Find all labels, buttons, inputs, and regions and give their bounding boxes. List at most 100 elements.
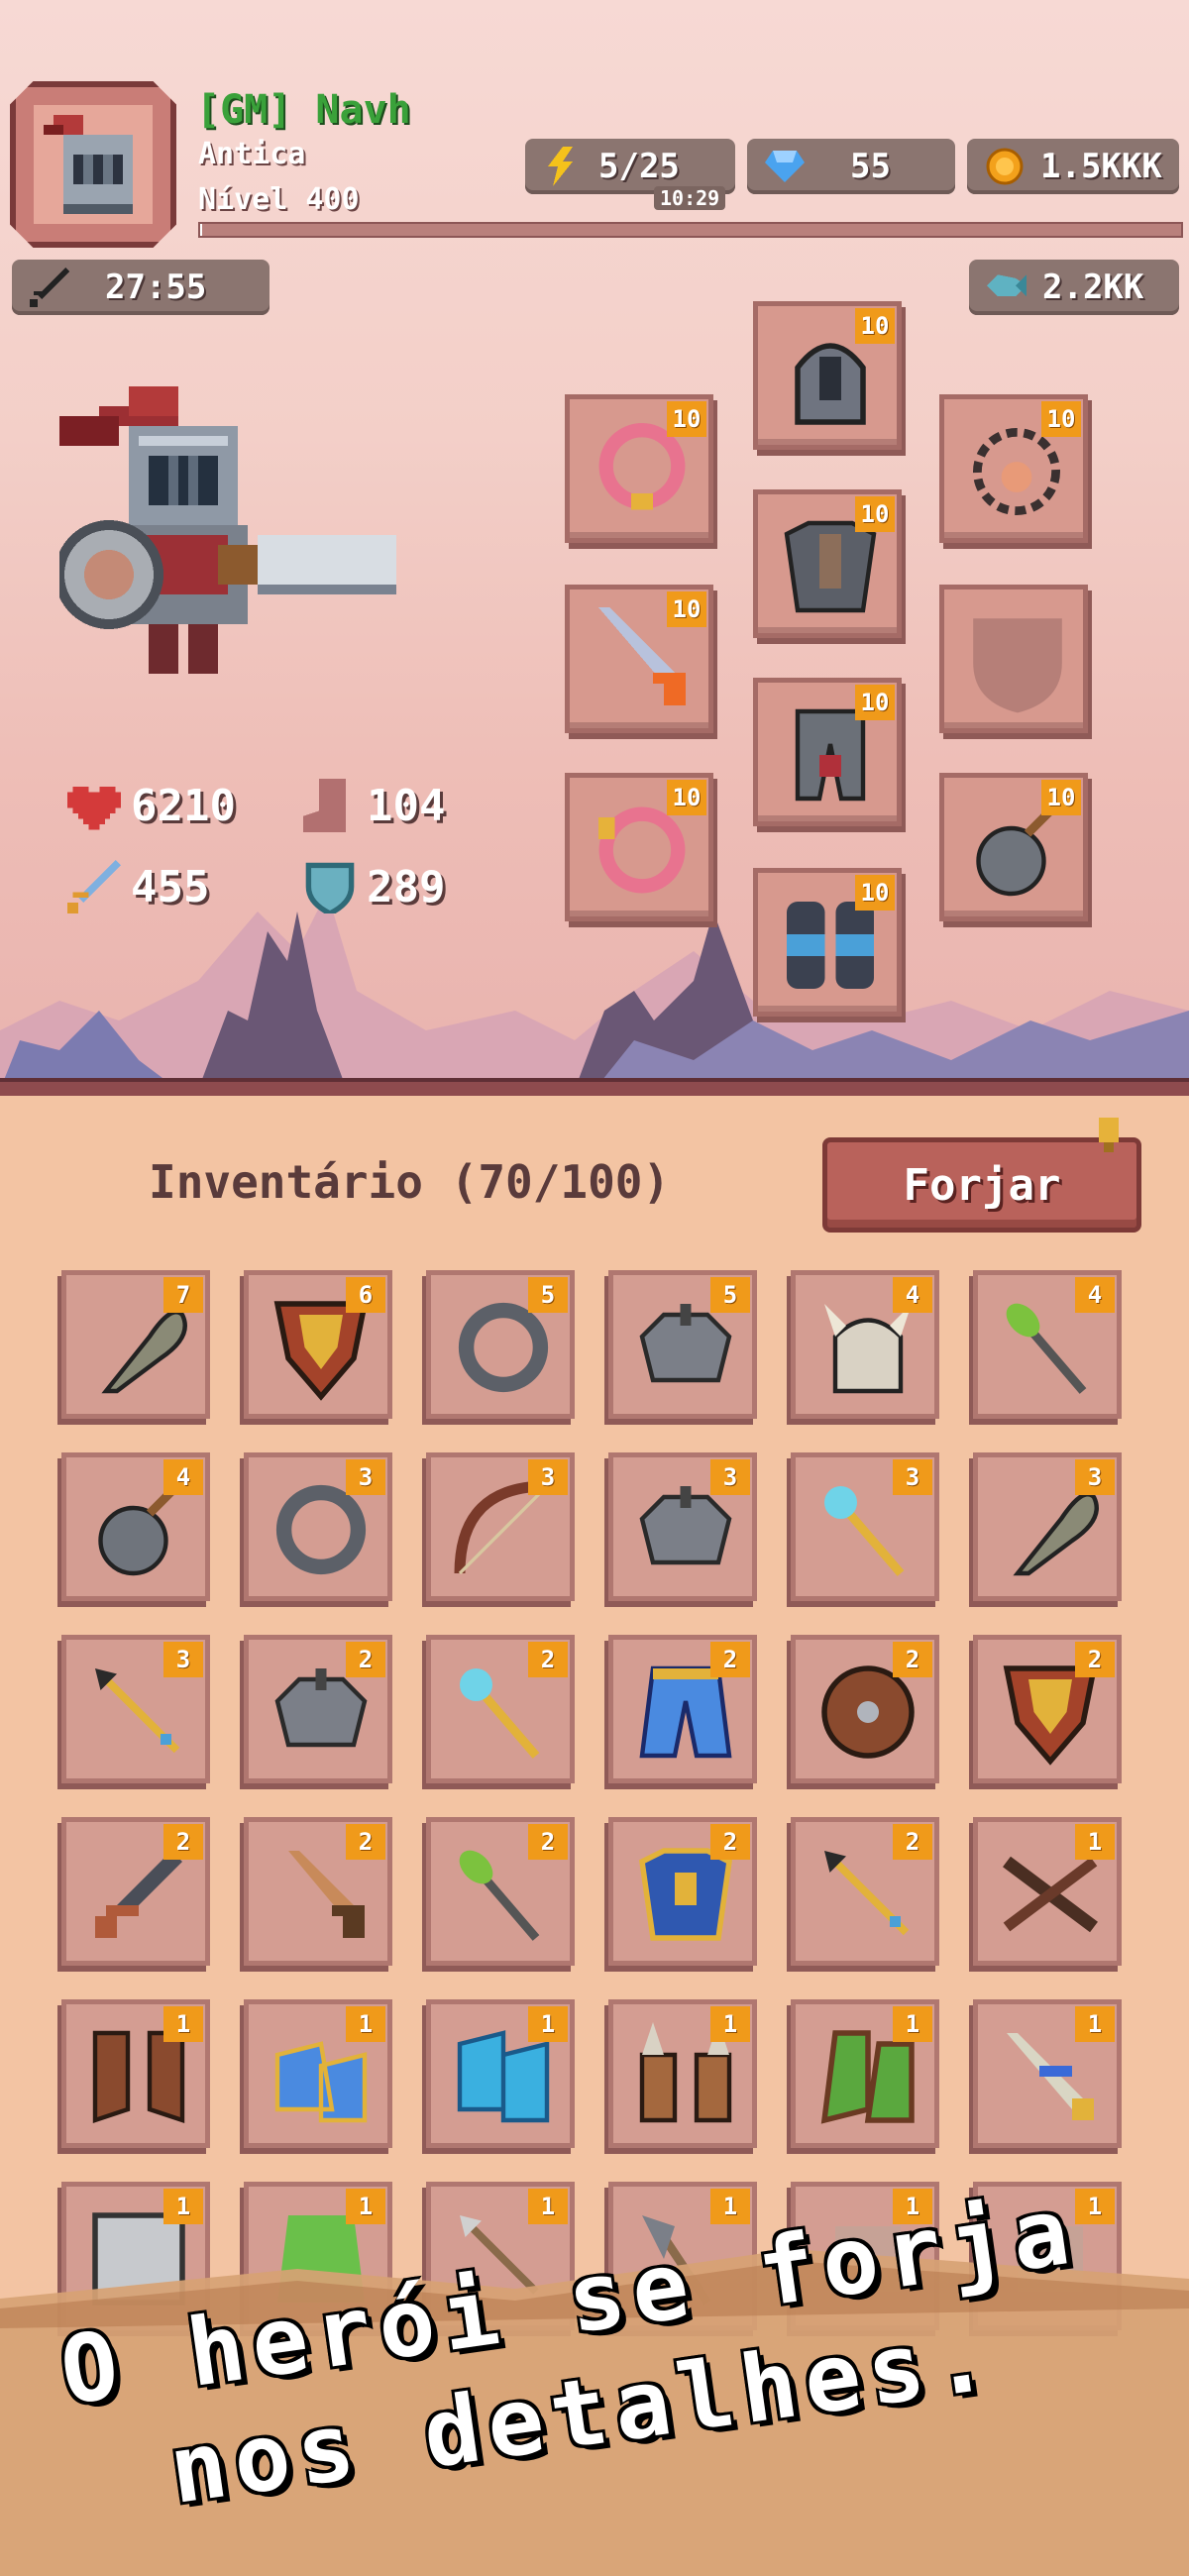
item-count-badge: 5 [528, 1277, 568, 1313]
item-count-badge: 3 [893, 1459, 932, 1495]
inventory-slot[interactable]: 6 [244, 1270, 392, 1419]
inventory-slot[interactable]: 4 [791, 1270, 939, 1419]
gold-value: 1.5KKK [1040, 147, 1162, 186]
lightning-icon [548, 147, 573, 186]
gems-value: 55 [850, 147, 891, 186]
item-count-badge: 1 [528, 2189, 568, 2224]
item-count-badge: 6 [346, 1277, 385, 1313]
equip-ring2-slot[interactable]: 10 [565, 773, 713, 921]
inventory-slot[interactable]: 2 [244, 1817, 392, 1966]
item-count-badge: 2 [163, 1824, 203, 1860]
sword-icon [30, 268, 69, 307]
inventory-slot[interactable]: 3 [608, 1452, 757, 1601]
equip-count: 10 [855, 875, 895, 911]
inventory-slot[interactable]: 1 [426, 1999, 575, 2148]
health-value: 6210 [131, 780, 236, 831]
diamond-icon [765, 151, 805, 182]
inventory-title: Inventário (70/100) [149, 1155, 671, 1209]
inventory-slot[interactable]: 3 [973, 1452, 1122, 1601]
fish-icon [987, 274, 1027, 297]
inventory-slot[interactable]: 2 [426, 1817, 575, 1966]
item-count-badge: 2 [346, 1824, 385, 1860]
item-count-badge: 4 [893, 1277, 932, 1313]
knight-hero [59, 386, 396, 674]
item-count-badge: 1 [1075, 2006, 1115, 2042]
item-count-badge: 3 [346, 1459, 385, 1495]
item-count-badge: 2 [346, 1642, 385, 1677]
equip-weapon-slot[interactable]: 10 [565, 585, 713, 733]
item-count-badge: 1 [163, 2189, 203, 2224]
inventory-slot[interactable]: 4 [973, 1270, 1122, 1419]
inventory-slot[interactable]: 7 [61, 1270, 210, 1419]
equip-shield-slot-empty[interactable] [939, 585, 1088, 733]
boots-value: 104 [367, 780, 446, 831]
equip-legs-slot[interactable]: 10 [753, 678, 902, 826]
inventory-slot[interactable]: 2 [791, 1817, 939, 1966]
xp-bar [198, 222, 1183, 238]
item-count-badge: 1 [163, 2006, 203, 2042]
empty-shield-icon [973, 618, 1062, 713]
inventory-slot[interactable]: 3 [426, 1452, 575, 1601]
gold-counter[interactable]: 1.5KKK [967, 139, 1179, 194]
item-count-badge: 1 [710, 2189, 750, 2224]
item-count-badge: 2 [528, 1642, 568, 1677]
inventory-slot[interactable]: 2 [973, 1635, 1122, 1783]
gems-counter[interactable]: 55 [747, 139, 955, 194]
item-count-badge: 2 [710, 1642, 750, 1677]
fish-value: 2.2KK [1042, 268, 1144, 307]
equip-helmet-slot[interactable]: 10 [753, 301, 902, 450]
item-count-badge: 1 [710, 2006, 750, 2042]
equip-armor-slot[interactable]: 10 [753, 489, 902, 638]
inventory-slot[interactable]: 3 [791, 1452, 939, 1601]
item-count-badge: 1 [346, 2006, 385, 2042]
inventory-slot[interactable]: 3 [244, 1452, 392, 1601]
equip-count: 10 [855, 685, 895, 720]
equip-boots-slot[interactable]: 10 [753, 868, 902, 1017]
fish-counter[interactable]: 2.2KK [969, 260, 1179, 315]
boot-icon [303, 779, 347, 832]
inventory-slot[interactable]: 1 [973, 1999, 1122, 2148]
inventory-slot[interactable]: 4 [61, 1452, 210, 1601]
inventory-slot[interactable]: 2 [61, 1817, 210, 1966]
energy-timer: 10:29 [654, 186, 726, 210]
item-count-badge: 1 [346, 2189, 385, 2224]
defense-stat: 289 [303, 860, 445, 913]
inventory-slot[interactable]: 2 [791, 1635, 939, 1783]
equip-count: 10 [667, 591, 706, 627]
inventory-slot[interactable]: 1 [61, 1999, 210, 2148]
heart-icon [67, 787, 121, 830]
item-count-badge: 2 [893, 1642, 932, 1677]
item-count-badge: 2 [710, 1824, 750, 1860]
inventory-slot[interactable]: 1 [973, 1817, 1122, 1966]
battle-timer[interactable]: 27:55 [12, 260, 270, 315]
inventory-slot[interactable]: 1 [791, 1999, 939, 2148]
inventory-slot[interactable]: 5 [608, 1270, 757, 1419]
inventory-slot[interactable]: 1 [244, 1999, 392, 2148]
energy-value: 5/25 [598, 147, 680, 186]
inventory-slot[interactable]: 1 [608, 1999, 757, 2148]
inventory-slot[interactable]: 2 [608, 1817, 757, 1966]
lightbulb-icon [1099, 1118, 1119, 1152]
inventory-slot[interactable]: 2 [244, 1635, 392, 1783]
equip-amulet-slot[interactable]: 10 [939, 773, 1088, 921]
player-name: [GM] Navh [196, 87, 411, 133]
equip-count: 10 [1041, 780, 1081, 815]
inventory-slot[interactable]: 5 [426, 1270, 575, 1419]
equip-ring-slot[interactable]: 10 [565, 394, 713, 543]
item-count-badge: 7 [163, 1277, 203, 1313]
item-count-badge: 3 [1075, 1459, 1115, 1495]
item-count-badge: 3 [528, 1459, 568, 1495]
coin-icon [986, 148, 1024, 185]
server-name: Antica [198, 137, 306, 171]
item-count-badge: 2 [1075, 1642, 1115, 1677]
item-count-badge: 3 [710, 1459, 750, 1495]
equip-count: 10 [667, 401, 706, 437]
item-count-badge: 2 [893, 1824, 932, 1860]
inventory-slot[interactable]: 2 [426, 1635, 575, 1783]
item-count-badge: 2 [528, 1824, 568, 1860]
inventory-slot[interactable]: 2 [608, 1635, 757, 1783]
equip-necklace-slot[interactable]: 10 [939, 394, 1088, 543]
inventory-slot[interactable]: 3 [61, 1635, 210, 1783]
avatar[interactable] [10, 81, 176, 248]
player-level: Nível 400 [198, 182, 360, 217]
